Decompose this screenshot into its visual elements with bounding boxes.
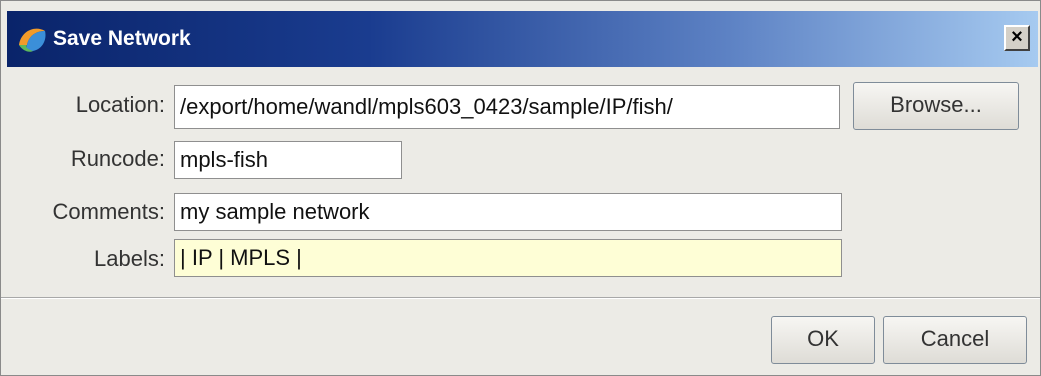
location-field[interactable]: /export/home/wandl/mpls603_0423/sample/I… [174, 85, 840, 129]
runcode-field[interactable]: mpls-fish [174, 141, 402, 179]
comments-field[interactable]: my sample network [174, 193, 842, 231]
footer-divider-highlight [1, 298, 1040, 299]
labels-field[interactable]: | IP | MPLS | [174, 239, 842, 277]
cancel-button[interactable]: Cancel [883, 316, 1027, 364]
comments-label: Comments: [52, 199, 165, 224]
labels-label: Labels: [94, 246, 165, 271]
close-icon: × [1011, 26, 1023, 48]
title-bar[interactable]: Save Network × [7, 11, 1038, 67]
location-label: Location: [75, 92, 165, 117]
save-network-dialog: Save Network × Location: /export/home/wa… [0, 0, 1041, 376]
runcode-label: Runcode: [70, 146, 165, 171]
browse-button[interactable]: Browse... [853, 82, 1019, 130]
ok-button[interactable]: OK [771, 316, 875, 364]
close-button[interactable]: × [1004, 25, 1030, 51]
dialog-title: Save Network [53, 27, 191, 50]
app-logo-icon [19, 28, 46, 52]
